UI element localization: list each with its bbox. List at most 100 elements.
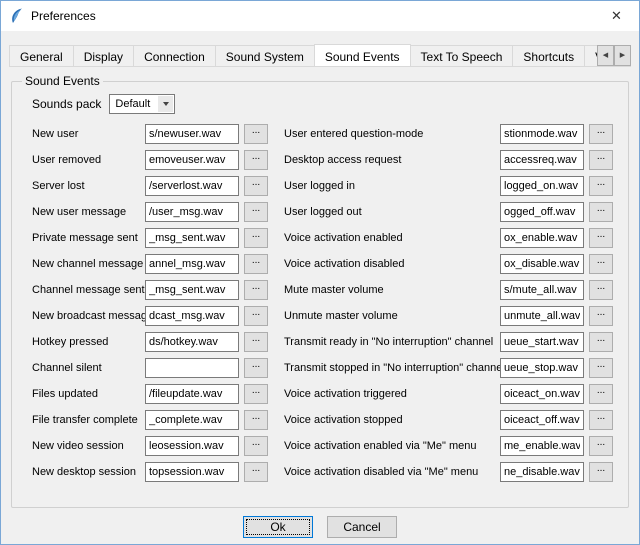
browse-button[interactable]: ... [244, 384, 268, 404]
sound-event-row: Unmute master volume... [284, 306, 620, 326]
sound-file-input[interactable] [500, 462, 584, 482]
browse-button[interactable]: ... [244, 410, 268, 430]
sound-file-input[interactable] [500, 150, 584, 170]
sounds-pack-select[interactable]: Default [109, 94, 175, 114]
sound-file-input[interactable] [145, 150, 239, 170]
sound-file-input[interactable] [500, 332, 584, 352]
sound-event-label: Server lost [32, 180, 145, 192]
sound-event-label: Voice activation triggered [284, 388, 500, 400]
sound-file-input[interactable] [500, 254, 584, 274]
browse-button[interactable]: ... [244, 436, 268, 456]
sound-file-input[interactable] [145, 332, 239, 352]
sound-file-input[interactable] [500, 280, 584, 300]
sound-event-label: Files updated [32, 388, 145, 400]
sound-event-row: New video session... [32, 436, 284, 456]
tab-scroll-left-icon[interactable]: ◀ [597, 45, 614, 66]
sound-event-row: Desktop access request... [284, 150, 620, 170]
app-icon [9, 8, 25, 24]
cancel-button[interactable]: Cancel [327, 516, 397, 538]
sound-file-input[interactable] [500, 124, 584, 144]
browse-button[interactable]: ... [589, 410, 613, 430]
browse-button[interactable]: ... [244, 280, 268, 300]
sound-file-input[interactable] [500, 228, 584, 248]
sound-event-label: New desktop session [32, 466, 145, 478]
browse-button[interactable]: ... [589, 280, 613, 300]
sound-file-input[interactable] [500, 384, 584, 404]
sound-file-input[interactable] [145, 124, 239, 144]
browse-button[interactable]: ... [589, 384, 613, 404]
sound-event-label: Hotkey pressed [32, 336, 145, 348]
sound-file-input[interactable] [145, 280, 239, 300]
browse-button[interactable]: ... [244, 254, 268, 274]
sound-file-input[interactable] [145, 462, 239, 482]
titlebar: Preferences ✕ [1, 1, 639, 31]
sound-event-row: File transfer complete... [32, 410, 284, 430]
sound-file-input[interactable] [145, 202, 239, 222]
sound-file-input[interactable] [500, 410, 584, 430]
browse-button[interactable]: ... [244, 202, 268, 222]
chevron-down-icon [158, 96, 173, 112]
sound-event-row: New broadcast message... [32, 306, 284, 326]
browse-button[interactable]: ... [589, 462, 613, 482]
sound-file-input[interactable] [145, 176, 239, 196]
browse-button[interactable]: ... [244, 176, 268, 196]
sound-event-row: New desktop session... [32, 462, 284, 482]
sound-event-row: Voice activation triggered... [284, 384, 620, 404]
browse-button[interactable]: ... [589, 254, 613, 274]
sound-event-row: Channel silent... [32, 358, 284, 378]
tab-strip: GeneralDisplayConnectionSound SystemSoun… [9, 44, 601, 66]
browse-button[interactable]: ... [589, 306, 613, 326]
sound-event-row: Voice activation disabled... [284, 254, 620, 274]
browse-button[interactable]: ... [244, 124, 268, 144]
sound-file-input[interactable] [500, 306, 584, 326]
sound-event-label: Voice activation enabled via "Me" menu [284, 440, 500, 452]
sound-file-input[interactable] [145, 436, 239, 456]
sound-file-input[interactable] [500, 176, 584, 196]
sound-event-row: User removed... [32, 150, 284, 170]
sounds-pack-value: Default [115, 98, 150, 110]
tab-sound-system[interactable]: Sound System [215, 45, 315, 66]
browse-button[interactable]: ... [244, 332, 268, 352]
browse-button[interactable]: ... [589, 176, 613, 196]
sound-file-input[interactable] [500, 202, 584, 222]
tab-scroll-right-icon[interactable]: ▶ [614, 45, 631, 66]
close-button[interactable]: ✕ [594, 1, 639, 31]
browse-button[interactable]: ... [589, 228, 613, 248]
tab-text-to-speech[interactable]: Text To Speech [410, 45, 514, 66]
browse-button[interactable]: ... [244, 358, 268, 378]
sound-file-input[interactable] [145, 306, 239, 326]
ok-button[interactable]: Ok [243, 516, 313, 538]
browse-button[interactable]: ... [589, 358, 613, 378]
tab-general[interactable]: General [9, 45, 74, 66]
browse-button[interactable]: ... [244, 306, 268, 326]
sound-event-row: Hotkey pressed... [32, 332, 284, 352]
browse-button[interactable]: ... [244, 462, 268, 482]
sound-file-input[interactable] [145, 358, 239, 378]
browse-button[interactable]: ... [244, 228, 268, 248]
sound-file-input[interactable] [500, 436, 584, 456]
sound-file-input[interactable] [145, 254, 239, 274]
tab-sound-events[interactable]: Sound Events [314, 44, 411, 66]
left-column: New user... User removed... Server lost...… [32, 124, 284, 488]
tab-connection[interactable]: Connection [133, 45, 216, 66]
sound-file-input[interactable] [145, 228, 239, 248]
browse-button[interactable]: ... [244, 150, 268, 170]
tab-display[interactable]: Display [73, 45, 134, 66]
browse-button[interactable]: ... [589, 124, 613, 144]
sounds-pack-label: Sounds pack [32, 97, 101, 111]
sound-file-input[interactable] [145, 384, 239, 404]
sound-event-row: Voice activation stopped... [284, 410, 620, 430]
sound-file-input[interactable] [145, 410, 239, 430]
browse-button[interactable]: ... [589, 332, 613, 352]
sound-event-label: New broadcast message [32, 310, 145, 322]
browse-button[interactable]: ... [589, 436, 613, 456]
tab-shortcuts[interactable]: Shortcuts [512, 45, 585, 66]
sound-event-row: New user... [32, 124, 284, 144]
sound-event-label: Channel silent [32, 362, 145, 374]
preferences-window: Preferences ✕ GeneralDisplayConnectionSo… [0, 0, 640, 545]
sound-event-label: Voice activation stopped [284, 414, 500, 426]
browse-button[interactable]: ... [589, 202, 613, 222]
sound-file-input[interactable] [500, 358, 584, 378]
sound-event-columns: New user... User removed... Server lost...… [32, 124, 620, 488]
browse-button[interactable]: ... [589, 150, 613, 170]
